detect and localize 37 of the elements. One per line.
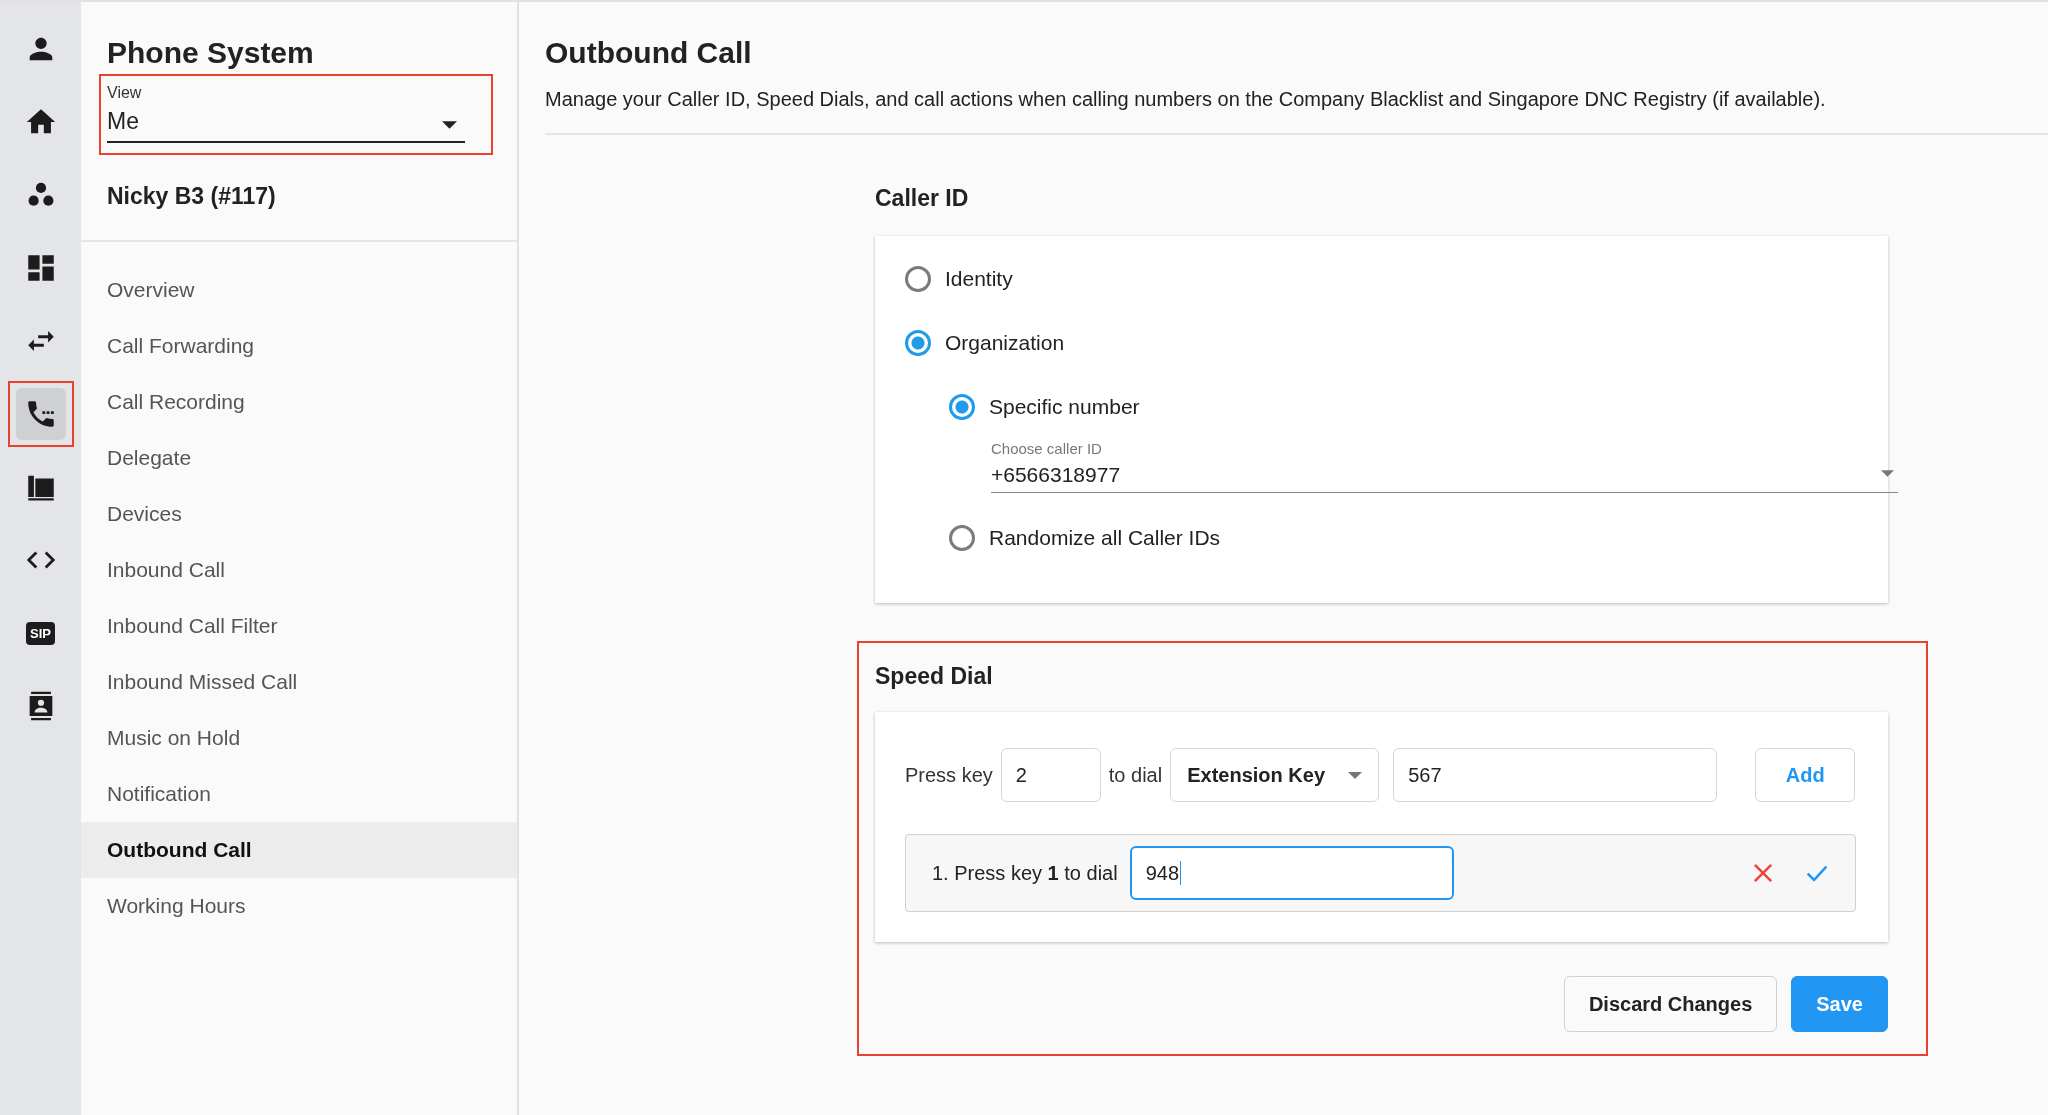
- caller-id-dropdown[interactable]: Choose caller ID +6566318977: [991, 440, 1898, 493]
- radio-option[interactable]: Identity: [905, 262, 1888, 296]
- radio-option[interactable]: Organization: [905, 326, 1888, 360]
- radio-option[interactable]: Specific number: [949, 390, 1888, 424]
- discard-button[interactable]: Discard Changes: [1563, 976, 1778, 1032]
- key-input[interactable]: 2: [1000, 748, 1101, 802]
- caret-icon: [1881, 470, 1894, 477]
- to-dial-label: to dial: [1108, 763, 1163, 787]
- entry-label: 1. Press key 1 to dial: [932, 861, 1118, 885]
- sidebar-item[interactable]: Call Recording: [81, 374, 517, 430]
- dial-type-dropdown[interactable]: Extension Key: [1170, 748, 1380, 802]
- sidebar-item[interactable]: Music on Hold: [81, 710, 517, 766]
- sip-button[interactable]: SIP: [15, 607, 66, 659]
- user-name: Nicky B3 (#117): [107, 183, 277, 210]
- sidebar-item[interactable]: Devices: [81, 486, 517, 542]
- caret-icon: [1348, 771, 1363, 779]
- page-title: Outbound Call: [545, 36, 753, 70]
- press-key-label: Press key: [905, 763, 993, 787]
- caret-icon: [442, 121, 457, 129]
- page-description: Manage your Caller ID, Speed Dials, and call actions when calling numbers on the Company Blacklist and Singapore DNC Registry (if available).: [545, 88, 1827, 111]
- rail-button[interactable]: [15, 388, 66, 440]
- sidebar-item[interactable]: Working Hours: [81, 878, 517, 934]
- number-input[interactable]: 948: [1129, 846, 1454, 900]
- sidebar-item[interactable]: Inbound Call Filter: [81, 598, 517, 654]
- section-title: Speed Dial: [875, 663, 994, 690]
- section-title: Caller ID: [875, 185, 970, 212]
- sidebar-title: Phone System: [107, 36, 315, 70]
- sidebar-item[interactable]: Notification: [81, 766, 517, 822]
- sidebar-item[interactable]: Delegate: [81, 430, 517, 486]
- number-input[interactable]: 567: [1393, 748, 1718, 802]
- sidebar-item[interactable]: Inbound Call: [81, 542, 517, 598]
- sidebar-item[interactable]: Inbound Missed Call: [81, 654, 517, 710]
- sidebar-item[interactable]: Outbound Call: [81, 822, 517, 878]
- sidebar-item[interactable]: Overview: [81, 262, 517, 318]
- view-dropdown[interactable]: View Me: [107, 84, 465, 143]
- sidebar-item[interactable]: Call Forwarding: [81, 318, 517, 374]
- radio-option[interactable]: Randomize all Caller IDs: [949, 521, 1888, 555]
